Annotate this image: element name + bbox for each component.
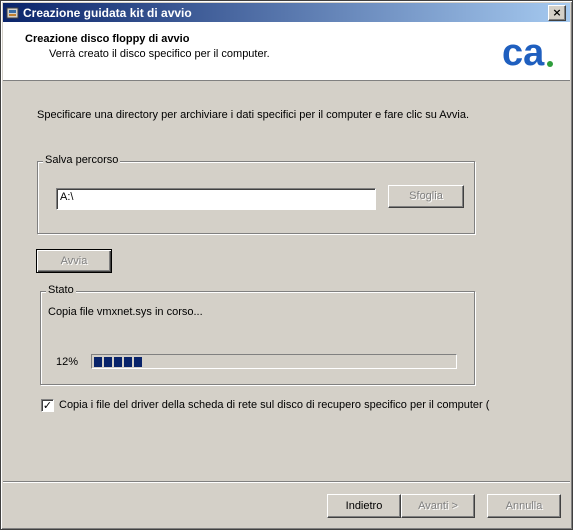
status-message: Copia file vmxnet.sys in corso... — [48, 306, 203, 318]
copy-driver-label[interactable]: Copia i file del driver della scheda di … — [59, 399, 489, 411]
close-button[interactable]: × — [548, 5, 566, 21]
status-legend: Stato — [46, 284, 76, 296]
close-icon: × — [552, 6, 562, 19]
progress-percent: 12% — [56, 356, 79, 368]
wizard-window: Creazione guidata kit di avvio × Creazio… — [0, 0, 573, 530]
checkmark-icon: ✓ — [42, 399, 53, 412]
browse-button[interactable]: Sfoglia — [388, 185, 464, 208]
footer-separator — [3, 481, 570, 483]
progress-segment — [104, 357, 112, 367]
browse-label: Sfoglia — [409, 190, 443, 202]
window-title: Creazione guidata kit di avvio — [23, 6, 192, 20]
start-label: Avvia — [60, 255, 88, 267]
title-bar[interactable]: Creazione guidata kit di avvio × — [3, 3, 570, 22]
progress-bar — [91, 354, 457, 369]
logo-text: ca — [502, 32, 545, 73]
save-path-input[interactable]: A:\ — [56, 188, 376, 210]
save-path-legend: Salva percorso — [43, 154, 121, 166]
cancel-button[interactable]: Annulla — [487, 494, 561, 518]
progress-segment — [114, 357, 122, 367]
header-subtitle: Verrà creato il disco specifico per il c… — [49, 48, 270, 60]
copy-driver-checkbox[interactable]: ✓ — [41, 399, 54, 412]
intro-text: Specificare una directory per archiviare… — [37, 109, 470, 121]
back-label: Indietro — [345, 500, 383, 512]
progress-segment — [134, 357, 142, 367]
ca-logo: ca — [502, 32, 553, 73]
wizard-header: Creazione disco floppy di avvio Verrà cr… — [3, 22, 570, 81]
cancel-label: Annulla — [505, 500, 543, 512]
start-button[interactable]: Avvia — [36, 249, 112, 273]
header-title: Creazione disco floppy di avvio — [25, 33, 190, 45]
next-label: Avanti > — [418, 500, 458, 512]
app-icon — [6, 7, 19, 19]
progress-segment — [94, 357, 102, 367]
next-button[interactable]: Avanti > — [401, 494, 475, 518]
back-button[interactable]: Indietro — [327, 494, 401, 518]
progress-segment — [124, 357, 132, 367]
